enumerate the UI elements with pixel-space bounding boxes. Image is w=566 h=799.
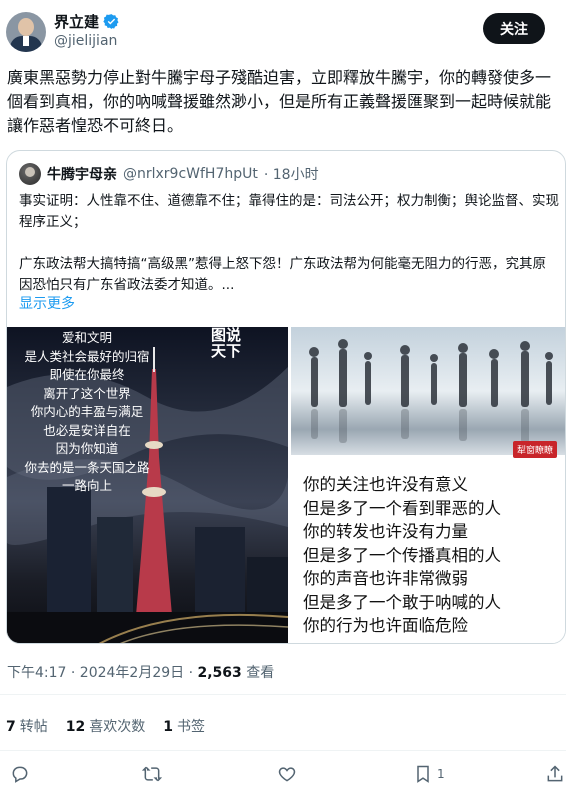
bookmarks-label: 书签 [176,719,205,735]
poem-line: 因为你知道 [55,441,119,456]
author-name-row: 界立建 [54,11,120,32]
left-image-stamp: 图说 天下 [211,327,241,359]
retweet-icon [142,766,162,782]
bookmarks-count: 1 [163,719,173,735]
quoted-tweet-header: 牛腾宇母亲 @nrlxr9cWfH7hpUt · 18小时 [19,163,319,185]
tweet-meta: 下午4:17 · 2024年2月29日 · 2,563 查看 [7,662,274,682]
quoted-tweet[interactable]: 牛腾宇母亲 @nrlxr9cWfH7hpUt · 18小时 事实证明：人性靠不住… [6,150,566,644]
poem-line: 但是多了一个看到罪恶的人 [303,498,501,518]
quoted-author-avatar[interactable] [19,163,41,185]
share-icon [547,765,563,782]
quoted-image-left[interactable]: 爱和文明 是人类社会最好的归宿 即使在你最终 离开了这个世界 你内心的丰盈与满足… [7,327,288,643]
action-bar: 1 [0,762,566,792]
views-label: 查看 [241,665,275,681]
quotes-label: 喜欢次数 [89,719,146,735]
right-image-stamp: 犁窗瞭瞭 [513,441,558,458]
stamp-line: 天下 [211,342,242,360]
views-count: 2,563 [197,665,242,681]
poem-line: 你的转发也许没有力量 [303,522,468,541]
left-image-poem: 爱和文明 是人类社会最好的归宿 即使在你最终 离开了这个世界 你内心的丰盈与满足… [7,327,167,496]
quoted-image-right[interactable]: 犁窗瞭瞭 你的关注也许没有意义 但是多了一个看到罪恶的人 你的转发也许没有力量 … [291,327,565,643]
poem-line: 但是多了一个传播真相的人 [303,545,501,565]
bookmark-button[interactable]: 1 [413,764,445,784]
tweet-text: 廣東黑惡勢力停止對牛騰宇母子殘酷迫害，立即釋放牛騰宇，你的轉發使多一個看到真相，… [7,68,552,135]
follow-button[interactable]: 关注 [483,13,545,44]
poem-line: 是人类社会最好的归宿 [24,348,150,364]
poem-line: 你的声音也许非常微弱 [303,569,468,588]
poem-line: 离开了这个世界 [43,385,131,401]
like-button[interactable] [277,764,297,784]
retweet-button[interactable] [142,764,162,784]
share-button[interactable] [545,764,565,784]
bookmark-count: 1 [437,767,445,781]
show-more-link[interactable]: 显示更多 [19,293,75,313]
quoted-author-name[interactable]: 牛腾宇母亲 [47,164,117,184]
poem-line: 一路向上 [61,478,112,493]
poem-line: 你内心的丰盈与满足 [30,404,144,419]
verified-badge-icon [103,14,119,29]
author-avatar[interactable] [6,12,46,52]
quoted-author-handle[interactable]: @nrlxr9cWfH7hpUt [123,166,258,182]
quotes-stat[interactable]: 12 喜欢次数 [66,716,145,736]
bookmark-icon [417,765,429,783]
retweets-label: 转帖 [19,719,48,735]
tweet-timestamp[interactable]: 下午4:17 · 2024年2月29日 · [7,665,198,681]
divider [0,750,566,751]
retweets-count: 7 [6,719,16,735]
author-display-name[interactable]: 界立建 [54,11,99,32]
poem-line: 爱和文明 [61,330,112,345]
heart-icon [278,767,296,782]
author-handle[interactable]: @jielijian [54,33,117,49]
stamp-line: 图说 [211,327,242,344]
divider [0,694,566,695]
poem-line: 但是多了一个敢于呐喊的人 [303,592,501,612]
quoted-tweet-time: · 18小时 [263,167,319,183]
reply-icon [12,766,28,783]
quotes-count: 12 [65,719,86,735]
poem-line: 你的关注也许没有意义 [303,475,468,494]
right-image-poem: 你的关注也许没有意义 但是多了一个看到罪恶的人 你的转发也许没有力量 但是多了一… [303,473,565,638]
poem-line: 也必是安详自在 [43,422,131,438]
reply-button[interactable] [10,764,30,784]
quoted-tweet-body: 事实证明：人性靠不住、道德靠不住；靠得住的是：司法公开；权力制衡；舆论监督、实现… [19,191,559,296]
retweets-stat[interactable]: 7 转帖 [6,716,48,736]
quoted-paragraph: 广东政法帮大搞特搞“高级黑”惹得上怒下怨！广东政法帮为何能毫无阻力的行恶，究其原… [19,256,546,293]
bookmarks-stat[interactable]: 1 书签 [163,716,205,736]
poem-line: 即使在你最终 [49,367,125,382]
poem-line: 你的行为也许面临危险 [303,616,468,635]
crowd-silhouettes [309,339,553,443]
tweet-header: 界立建 @jielijian 关注 [0,0,566,64]
tweet-stats: 7 转帖 12 喜欢次数 1 书签 [6,716,205,736]
crowd-photo [291,327,565,455]
poem-line: 你去的是一条天国之路 [24,459,150,475]
quoted-paragraph: 事实证明：人性靠不住、道德靠不住；靠得住的是：司法公开；权力制衡；舆论监督、实现… [19,193,559,230]
